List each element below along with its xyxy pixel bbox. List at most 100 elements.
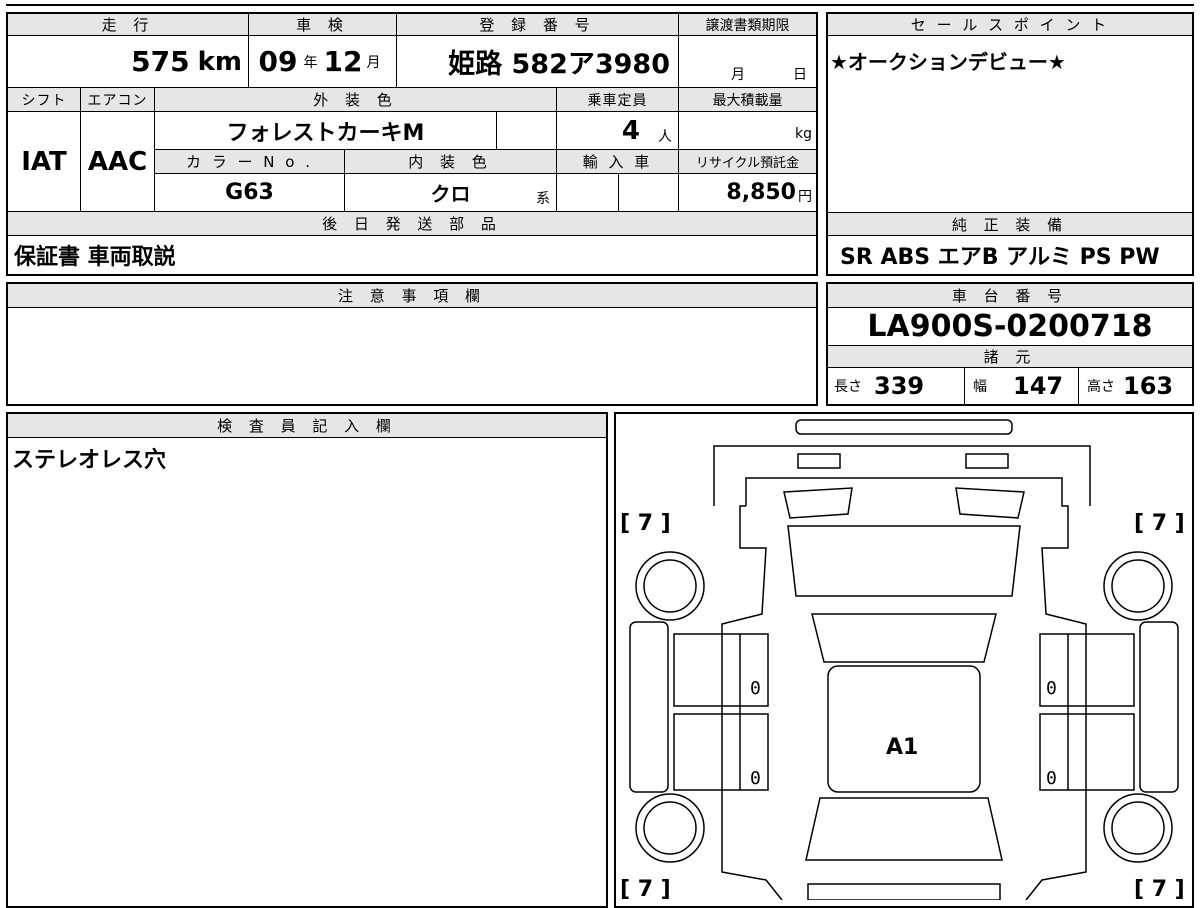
notes-header: 注 意 事 項 欄 [8, 284, 816, 308]
top-strip [6, 0, 1194, 6]
shift-cell: IAT [8, 112, 80, 212]
later-shipping-header: 後 日 発 送 部 品 [8, 212, 816, 236]
inspection-year: 09 [258, 45, 298, 78]
max-load-cell: kg [678, 112, 816, 150]
recycle-unit: 円 [798, 188, 812, 205]
transfer-month-unit: 月 [731, 67, 745, 83]
import-cell-a [556, 174, 618, 212]
chassis-cell: LA900S-0200718 [828, 308, 1192, 346]
specs-length-label: 長さ [834, 379, 862, 395]
tire-front-left-grade: [ 7 ] [620, 877, 671, 900]
mileage-cell: 575 km [8, 36, 248, 88]
import-header: 輸 入 車 [556, 150, 678, 174]
right-door-rear-grade: 0 [1046, 678, 1057, 699]
tire-rear-left-grade: [ 7 ] [620, 511, 671, 536]
recycle-header: リサイクル預託金 [678, 150, 816, 174]
aircon-cell: AAC [80, 112, 154, 212]
specs-length-value: 339 [874, 372, 925, 400]
interior-color-cell: クロ 系 [344, 174, 556, 212]
exterior-color-header: 外 装 色 [154, 88, 556, 112]
exterior-color-value: フォレストカーキM [226, 120, 425, 146]
interior-color-suffix: 系 [536, 191, 550, 207]
max-load-unit: kg [795, 126, 812, 142]
diagram-tire-rl-inner [643, 559, 697, 613]
genuine-equipment-text: SR ABS エアB アルミ PS PW [840, 245, 1160, 270]
genuine-equipment-header: 純 正 装 備 [828, 212, 1192, 236]
shift-header: シフト [8, 88, 80, 112]
transfer-day-unit: 日 [793, 67, 807, 83]
diagram-body-outline [721, 477, 1087, 900]
mileage-header: 走 行 [8, 14, 248, 36]
inspector-panel [6, 412, 608, 908]
diagram-rear-bumper [795, 419, 1013, 435]
diagram-tire-fr-outer [1103, 793, 1173, 863]
exterior-color-extra-cell [496, 112, 556, 150]
diagram-tail-lamp-left [797, 453, 841, 469]
inspector-header: 検 査 員 記 入 欄 [8, 414, 606, 438]
diagram-left-rear-fender [629, 621, 669, 793]
inspector-text: ステレオレス穴 [12, 448, 167, 473]
mileage-unit: km [197, 46, 242, 77]
inspection-month: 12 [323, 45, 363, 78]
transfer-deadline-cell: 月 日 [678, 36, 816, 88]
specs-width-value: 147 [1013, 372, 1064, 400]
mileage-value: 575 [131, 45, 190, 78]
chassis-header: 車 台 番 号 [828, 284, 1192, 308]
diagram-tire-rr-inner [1111, 559, 1165, 613]
tire-front-right-grade: [ 7 ] [1134, 877, 1185, 900]
interior-color-header: 内 装 色 [344, 150, 556, 174]
max-load-header: 最大積載量 [678, 88, 816, 112]
inspection-month-unit: 月 [366, 54, 381, 71]
capacity-unit: 人 [658, 128, 672, 145]
diagram-rear-pillar-right [955, 487, 1025, 519]
specs-header: 諸 元 [828, 346, 1192, 368]
tire-rear-right-grade: [ 7 ] [1134, 511, 1185, 536]
diagram-tire-fl-inner [643, 801, 697, 855]
shift-value: IAT [21, 146, 67, 177]
registration-header: 登 録 番 号 [396, 14, 678, 36]
diagram-tire-rl-outer [635, 551, 705, 621]
inspection-header: 車 検 [248, 14, 396, 36]
left-door-front-grade: 0 [750, 768, 761, 789]
inspection-year-unit: 年 [303, 54, 318, 71]
specs-height-cell: 高さ 163 [1078, 368, 1192, 404]
color-no-header: カ ラ ー N o . [154, 150, 344, 174]
car-diagram: [ 7 ] [ 7 ] [ 7 ] [ 7 ] 0 0 0 0 A1 [620, 419, 1185, 900]
specs-height-label: 高さ [1087, 379, 1115, 395]
specs-height-value: 163 [1123, 372, 1174, 400]
aircon-header: エアコン [80, 88, 154, 112]
color-no-cell: G63 [154, 174, 344, 212]
diagram-roof-front [811, 613, 997, 663]
transfer-deadline-header: 譲渡書類期限 [678, 14, 816, 36]
capacity-header: 乗車定員 [556, 88, 678, 112]
exterior-color-cell: フォレストカーキM [154, 112, 496, 150]
diagram-right-rear-fender [1139, 621, 1179, 793]
genuine-equipment-cell: SR ABS エアB アルミ PS PW [828, 236, 1192, 274]
diagram-tailgate [713, 445, 1091, 506]
left-door-rear-grade: 0 [750, 678, 761, 699]
registration-value: 姫路 582ア3980 [448, 49, 670, 80]
capacity-cell: 4 人 [556, 112, 678, 150]
later-shipping-text: 保証書 車両取説 [14, 245, 176, 270]
diagram-rear-window [787, 525, 1021, 597]
diagram-tire-fl-outer [635, 793, 705, 863]
chassis-value: LA900S-0200718 [867, 309, 1153, 344]
diagram-tire-fr-inner [1111, 801, 1165, 855]
specs-width-cell: 幅 147 [964, 368, 1078, 404]
recycle-cell: 8,850 円 [678, 174, 816, 212]
interior-color-value: クロ [430, 182, 471, 206]
registration-cell: 姫路 582ア3980 [396, 36, 678, 88]
diagram-tail-lamp-right [965, 453, 1009, 469]
diagram-windshield [805, 797, 1003, 861]
color-no-value: G63 [225, 180, 274, 205]
recycle-value: 8,850 [726, 180, 796, 205]
diagram-front-bumper [807, 883, 1001, 900]
roof-grade: A1 [886, 735, 918, 760]
diagram-tire-rr-outer [1103, 551, 1173, 621]
import-cell-b [618, 174, 678, 212]
specs-length-cell: 長さ 339 [828, 368, 964, 404]
right-door-front-grade: 0 [1046, 768, 1057, 789]
sales-point-header: セ ー ル ス ポ イ ン ト [828, 14, 1192, 36]
inspection-cell: 09 年 12 月 [248, 36, 396, 88]
later-shipping-cell: 保証書 車両取説 [8, 236, 816, 274]
